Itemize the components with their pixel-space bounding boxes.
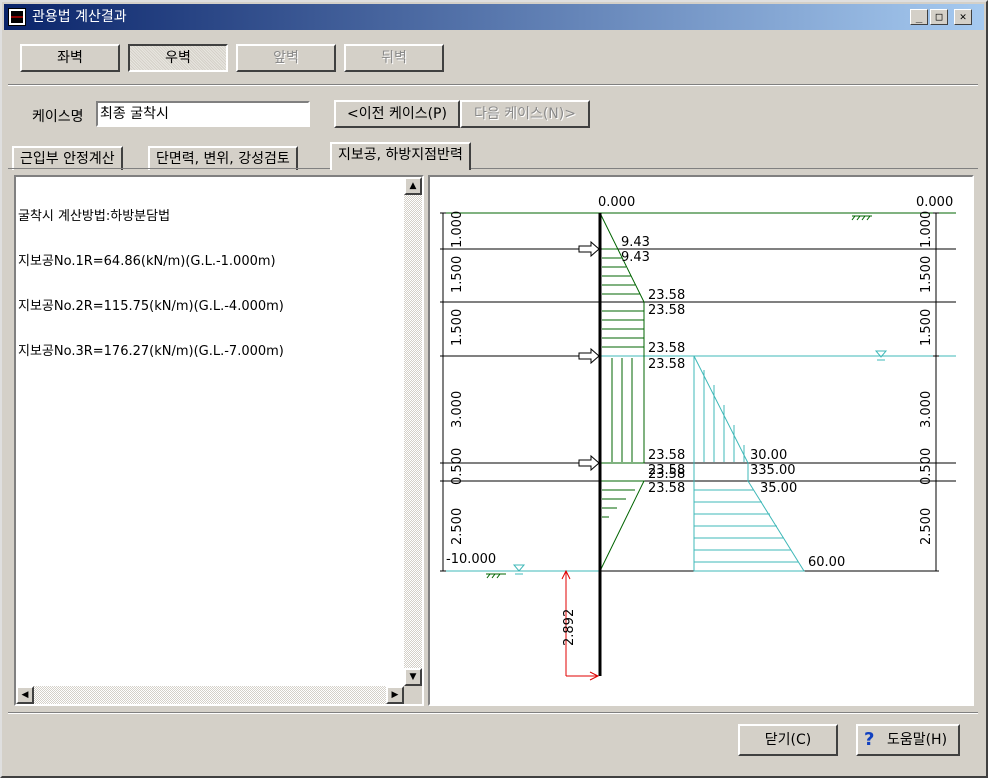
next-case-button[interactable]: 다음 케이스(N)> [460, 100, 590, 128]
wall-right-button[interactable]: 우벽 [128, 44, 228, 72]
pressure-label: 23.58 [648, 357, 685, 372]
close-button[interactable]: ✕ [954, 9, 972, 25]
pressure-label-right: 35.00 [760, 481, 797, 496]
dim-label: 0.500 [919, 448, 934, 485]
scroll-corner [404, 686, 422, 704]
top-right-level: 0.000 [916, 195, 953, 210]
pressure-label-right: 60.00 [808, 555, 845, 570]
horizontal-scrollbar[interactable]: ◀ ▶ [16, 686, 404, 704]
footer-separator [8, 712, 978, 714]
dim-label: 1.000 [919, 211, 934, 248]
pressure-label: 23.58 [648, 288, 685, 303]
dim-label: 3.000 [919, 391, 934, 428]
prev-case-button[interactable]: <이전 케이스(P) [334, 100, 460, 128]
bottom-level: -10.000 [446, 552, 496, 567]
top-left-level: 0.000 [598, 195, 635, 210]
wall-back-button[interactable]: 뒤벽 [344, 44, 444, 72]
reaction-diagram: 0.000 0.000 -10.000 9.43 9.43 23.58 23.5… [428, 175, 974, 706]
dim-label: 1.500 [450, 256, 465, 293]
scroll-down-icon[interactable]: ▼ [404, 668, 422, 686]
tab-section-force[interactable]: 단면력, 변위, 강성검토 [148, 146, 298, 170]
dim-label: 2.500 [919, 508, 934, 545]
embed-length-label: 2.892 [562, 609, 577, 646]
vertical-scrollbar[interactable]: ▲ ▼ [404, 177, 422, 686]
pressure-label: 23.58 [648, 303, 685, 318]
dim-label: 3.000 [450, 391, 465, 428]
dim-label: 1.000 [450, 211, 465, 248]
pressure-label-right: 30.00 [750, 448, 787, 463]
case-name-input[interactable]: 최종 굴착시 [96, 101, 310, 127]
dim-label: 1.500 [450, 309, 465, 346]
minimize-button[interactable]: _ [910, 9, 928, 25]
pressure-label: 23.58 [648, 448, 685, 463]
scroll-left-icon[interactable]: ◀ [16, 686, 34, 704]
scroll-up-icon[interactable]: ▲ [404, 177, 422, 195]
diagram-svg: 0.000 0.000 -10.000 9.43 9.43 23.58 23.5… [440, 195, 956, 681]
results-panel: 굴착시 계산방법:하방분담법 지보공No.1R=64.86(kN/m)(G.L.… [14, 175, 424, 706]
pressure-label: 23.58 [648, 341, 685, 356]
question-icon: ? [864, 729, 875, 750]
result-line: 굴착시 계산방법:하방분담법 [18, 209, 171, 224]
window-title: 관용법 계산결과 [32, 9, 127, 25]
dim-label: 1.500 [919, 256, 934, 293]
app-icon [8, 8, 26, 26]
pressure-label: 23.58 [648, 481, 685, 496]
right-dim-labels: 1.000 1.500 1.500 3.000 0.500 2.500 [919, 211, 934, 545]
left-dim-labels: 1.000 1.500 1.500 3.000 0.500 2.500 [450, 211, 465, 545]
tab-support-reaction[interactable]: 지보공, 하방지점반력 [330, 142, 471, 170]
dim-label: 2.500 [450, 508, 465, 545]
result-line: 지보공No.2R=115.75(kN/m)(G.L.-4.000m) [18, 299, 284, 314]
pressure-label: 9.43 [621, 250, 650, 265]
dim-label: 0.500 [450, 448, 465, 485]
case-name-label: 케이스명 [32, 109, 84, 125]
help-button[interactable]: ? 도움말(H) [856, 724, 960, 756]
dim-ticks [440, 212, 939, 572]
maximize-button[interactable]: □ [930, 9, 948, 25]
left-pressure-diagram [599, 212, 645, 572]
title-bar: 관용법 계산결과 _ □ ✕ [4, 4, 984, 30]
scroll-right-icon[interactable]: ▶ [386, 686, 404, 704]
wall-left-button[interactable]: 좌벽 [20, 44, 120, 72]
pressure-label: 23.58 [648, 467, 685, 482]
close-dialog-button[interactable]: 닫기(C) [738, 724, 838, 756]
strut-arrows [578, 240, 600, 472]
separator [8, 84, 978, 86]
results-list: 굴착시 계산방법:하방분담법 지보공No.1R=64.86(kN/m)(G.L.… [18, 179, 284, 389]
dim-label: 1.500 [919, 309, 934, 346]
result-line: 지보공No.1R=64.86(kN/m)(G.L.-1.000m) [18, 254, 276, 269]
pressure-label: 9.43 [621, 235, 650, 250]
pressure-label-right: 335.00 [750, 463, 796, 478]
help-button-label: 도움말(H) [886, 732, 948, 748]
ground-hatch-icon [486, 215, 872, 579]
tab-baseline [8, 168, 978, 169]
wall-front-button[interactable]: 앞벽 [236, 44, 336, 72]
tab-stability[interactable]: 근입부 안정계산 [12, 146, 123, 170]
result-line: 지보공No.3R=176.27(kN/m)(G.L.-7.000m) [18, 344, 284, 359]
